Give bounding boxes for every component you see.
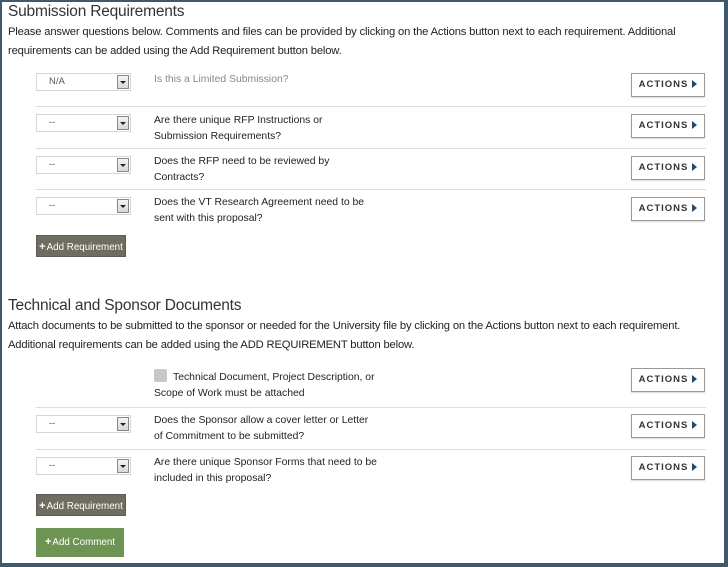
caret-right-icon — [692, 375, 698, 383]
actions-button[interactable]: ACTIONS — [631, 114, 705, 138]
actions-button-label: ACTIONS — [638, 420, 689, 431]
actions-button-label: ACTIONS — [638, 462, 689, 473]
requirement-row: -- Does the VT Research Agreement need t… — [36, 189, 706, 229]
requirement-question: Technical Document, Project Description,… — [154, 372, 375, 399]
caret-right-icon — [692, 163, 698, 171]
add-requirement-button[interactable]: +Add Requirement — [36, 494, 126, 516]
answer-select-value: N/A — [49, 76, 65, 87]
add-requirement-label: Add Requirement — [46, 242, 123, 253]
actions-button[interactable]: ACTIONS — [631, 414, 705, 438]
requirement-row: -- Are there unique Sponsor Forms that n… — [36, 449, 706, 489]
actions-button[interactable]: ACTIONS — [631, 197, 705, 221]
add-comment-button[interactable]: +Add Comment — [36, 528, 124, 557]
actions-button[interactable]: ACTIONS — [631, 73, 705, 97]
dropdown-arrow-icon[interactable] — [117, 459, 129, 473]
submission-requirements-description: Please answer questions below. Comments … — [8, 26, 676, 57]
caret-right-icon — [692, 121, 698, 129]
answer-select[interactable]: -- — [36, 457, 131, 475]
caret-right-icon — [692, 421, 698, 429]
actions-button[interactable]: ACTIONS — [631, 156, 705, 180]
dropdown-arrow-icon[interactable] — [117, 158, 129, 172]
caret-right-icon — [692, 80, 698, 88]
requirement-row: Technical Document, Project Description,… — [36, 366, 706, 407]
dropdown-arrow-icon[interactable] — [117, 75, 129, 89]
caret-right-icon — [692, 204, 698, 212]
plus-icon: + — [39, 500, 46, 512]
actions-button-label: ACTIONS — [638, 374, 689, 385]
add-requirement-label: Add Requirement — [46, 501, 123, 512]
answer-select[interactable]: -- — [36, 156, 131, 174]
requirement-question: Is this a Limited Submission? — [154, 74, 289, 85]
answer-select-value: -- — [49, 159, 56, 170]
page-frame: Submission Requirements Please answer qu… — [2, 2, 724, 563]
answer-select[interactable]: N/A — [36, 73, 131, 91]
requirement-question: Are there unique RFP Instructions or Sub… — [154, 115, 323, 142]
actions-button-label: ACTIONS — [638, 203, 689, 214]
technical-documents-description: Attach documents to be submitted to the … — [8, 320, 681, 351]
answer-select[interactable]: -- — [36, 114, 131, 132]
requirement-row: -- Are there unique RFP Instructions or … — [36, 106, 706, 148]
plus-icon: + — [39, 241, 46, 253]
answer-select[interactable]: -- — [36, 197, 131, 215]
actions-button-label: ACTIONS — [638, 162, 689, 173]
technical-documents-title: Technical and Sponsor Documents — [8, 297, 242, 314]
requirement-row: -- Does the Sponsor allow a cover letter… — [36, 407, 706, 449]
plus-icon: + — [44, 536, 52, 548]
requirement-question: Are there unique Sponsor Forms that need… — [154, 457, 377, 484]
actions-button-label: ACTIONS — [638, 79, 689, 90]
answer-select-value: -- — [49, 117, 56, 128]
requirement-row: N/A Is this a Limited Submission? ACTION… — [36, 70, 706, 106]
actions-button[interactable]: ACTIONS — [631, 456, 705, 480]
answer-select-value: -- — [49, 418, 56, 429]
requirement-question: Does the VT Research Agreement need to b… — [154, 197, 365, 224]
requirement-question: Does the Sponsor allow a cover letter or… — [154, 415, 369, 442]
add-requirement-button[interactable]: +Add Requirement — [36, 235, 126, 257]
actions-button-label: ACTIONS — [638, 120, 689, 131]
dropdown-arrow-icon[interactable] — [117, 417, 129, 431]
dropdown-arrow-icon[interactable] — [117, 116, 129, 130]
dropdown-arrow-icon[interactable] — [117, 199, 129, 213]
requirement-row: -- Does the RFP need to be reviewed by C… — [36, 148, 706, 189]
requirement-question: Does the RFP need to be reviewed by Cont… — [154, 156, 330, 183]
actions-button[interactable]: ACTIONS — [631, 368, 705, 392]
submission-requirements-title: Submission Requirements — [8, 3, 185, 20]
caret-right-icon — [692, 463, 698, 471]
answer-select-value: -- — [49, 200, 56, 211]
answer-select[interactable]: -- — [36, 415, 131, 433]
add-comment-label: Add Comment — [52, 537, 116, 548]
answer-select-value: -- — [49, 460, 56, 471]
